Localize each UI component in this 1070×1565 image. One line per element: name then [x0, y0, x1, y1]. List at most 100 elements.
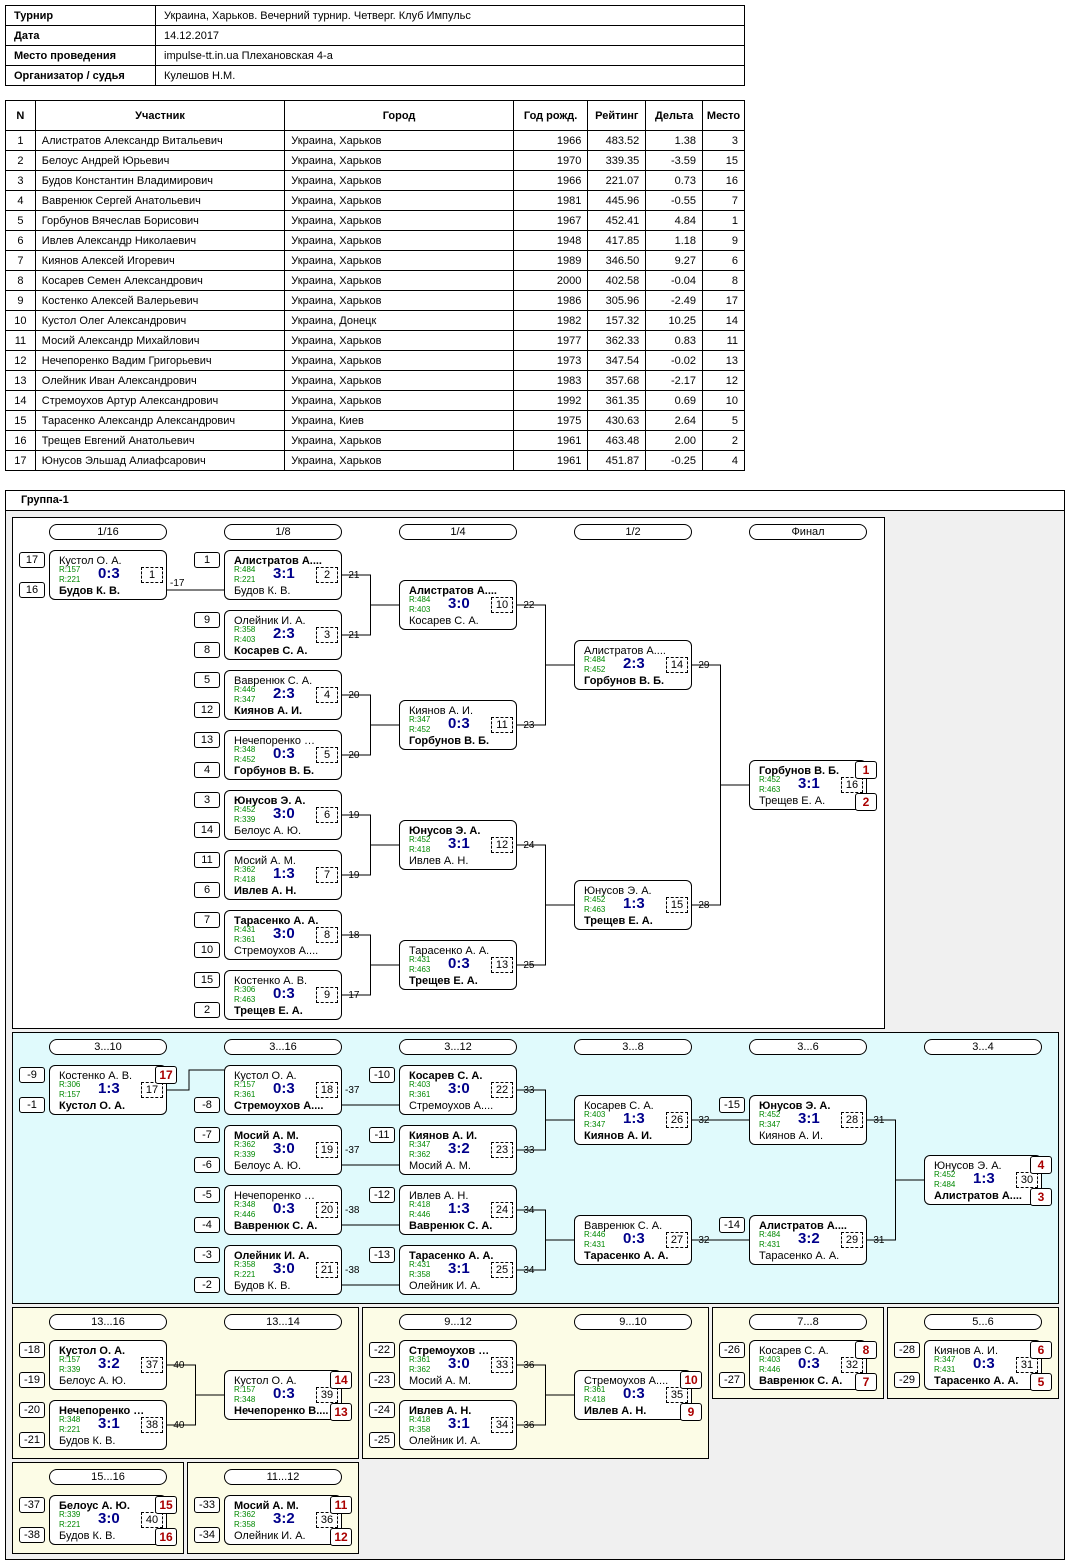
table-cell: 1.38	[645, 130, 704, 151]
player-2-rating: R:418	[409, 845, 431, 854]
player-2-name: Будов К. В.	[59, 1530, 116, 1542]
seed-number: -3	[194, 1247, 220, 1263]
table-row: 3 Будов Константин Владимирович Украина, Х…	[5, 170, 745, 191]
match-score: 3:0	[98, 1510, 120, 1527]
table-cell: 2.00	[645, 430, 704, 451]
table-row: 6 Ивлев Александр Николаевич Украина, Харь…	[5, 230, 745, 251]
connector-line	[517, 844, 574, 966]
table-cell: Косарев Семен Александрович	[34, 270, 286, 291]
match-score: 1:3	[98, 1080, 120, 1097]
final-place: 11	[330, 1496, 352, 1514]
match-card: Алистратов А.... R:484 R:431 3:2 Тарасенко А…	[749, 1215, 867, 1265]
table-cell: Украина, Харьков	[284, 190, 514, 211]
player-1-rating: R:347	[934, 1355, 956, 1364]
player-1-rating: R:452	[759, 1110, 781, 1119]
match-number: 15	[666, 897, 688, 913]
match-number: 38	[141, 1417, 163, 1433]
match-number: 18	[316, 1082, 338, 1098]
loser-destination: -34	[520, 1265, 535, 1276]
player-2-name: Трещев Е. А.	[409, 975, 478, 987]
table-cell: 483.52	[587, 130, 647, 151]
table-cell: 10	[702, 390, 745, 411]
player-2-rating: R:463	[584, 905, 606, 914]
table-cell: 347.54	[587, 350, 647, 371]
player-1-rating: R:358	[234, 1260, 256, 1269]
seed-number: 2	[194, 1002, 220, 1018]
loser-destination: -40	[170, 1360, 185, 1371]
table-cell: Украина, Донецк	[284, 310, 514, 331]
loser-destination: -17	[170, 578, 185, 589]
round-header: 11...12	[224, 1469, 342, 1485]
table-cell: 305.96	[587, 290, 647, 311]
player-2-name: Мосий А. М.	[409, 1375, 471, 1387]
round-header: 1/4	[399, 524, 517, 540]
player-2-rating: R:339	[59, 1365, 81, 1374]
table-cell: Украина, Харьков	[284, 230, 514, 251]
seed-number: 13	[194, 732, 220, 748]
match-score: 3:0	[273, 1260, 295, 1277]
player-2-name: Олейник И. А.	[234, 1530, 306, 1542]
match-number: 11	[491, 717, 513, 733]
match-number: 16	[841, 777, 863, 793]
player-2-rating: R:339	[234, 815, 256, 824]
player-1-rating: R:484	[409, 595, 431, 604]
table-cell: -0.02	[645, 350, 704, 371]
match-score: 3:2	[448, 1140, 470, 1157]
match-score: 1:3	[973, 1170, 995, 1187]
table-cell: 1	[702, 210, 745, 231]
seed-number: -23	[369, 1372, 395, 1388]
seed-number: -11	[369, 1127, 395, 1143]
match-score: 3:0	[273, 925, 295, 942]
seed-number: -18	[19, 1342, 45, 1358]
seed-number: -10	[369, 1067, 395, 1083]
round-header: Финал	[749, 524, 867, 540]
loser-destination: -21	[345, 570, 360, 581]
table-cell: 2	[702, 430, 745, 451]
table-cell: 2	[5, 150, 36, 171]
final-place: 7	[855, 1373, 877, 1391]
round-header: 1/2	[574, 524, 692, 540]
seed-number: -33	[194, 1497, 220, 1513]
player-2-name: Будов К. В.	[59, 1435, 116, 1447]
player-1-rating: R:157	[59, 565, 81, 574]
player-2-name: Стремоухов А....	[234, 1100, 324, 1112]
player-1-rating: R:362	[234, 1510, 256, 1519]
round-header: 15...16	[49, 1469, 167, 1485]
match-score: 0:3	[273, 985, 295, 1002]
table-cell: Горбунов Вячеслав Борисович	[34, 210, 286, 231]
match-number: 33	[491, 1357, 513, 1373]
player-2-name: Косарев С. А.	[409, 615, 479, 627]
seed-number: -2	[194, 1277, 220, 1293]
table-cell: 16	[702, 170, 745, 191]
connector-line	[517, 1209, 574, 1271]
player-1-rating: R:431	[234, 925, 256, 934]
match-score: 3:1	[448, 835, 470, 852]
table-cell: Трещев Евгений Анатольевич	[34, 430, 286, 451]
loser-destination: -37	[345, 1085, 360, 1096]
table-cell: 1961	[512, 430, 589, 451]
player-2-name: Тарасенко А. А.	[759, 1250, 840, 1262]
table-cell: Украина, Харьков	[284, 330, 514, 351]
info-value: Украина, Харьков. Вечерний турнир. Четве…	[155, 5, 745, 26]
final-place: 16	[155, 1528, 177, 1546]
player-2-rating: R:361	[234, 1090, 256, 1099]
player-1-rating: R:446	[584, 1230, 606, 1239]
match-number: 2	[316, 567, 338, 583]
round-header: 5...6	[924, 1314, 1042, 1330]
match-score: 3:1	[448, 1260, 470, 1277]
player-2-name: Ивлев А. Н.	[234, 885, 297, 897]
player-2-rating: R:452	[409, 725, 431, 734]
match-number: 26	[666, 1112, 688, 1128]
match-number: 24	[491, 1202, 513, 1218]
final-place: 15	[155, 1496, 177, 1514]
match-card: Косарев С. А. R:403 R:446 0:3 Вавренюк С. А.…	[749, 1340, 867, 1390]
player-2-rating: R:446	[409, 1210, 431, 1219]
player-2-rating: R:358	[234, 1520, 256, 1529]
connector-line	[517, 1364, 574, 1426]
table-cell: 430.63	[587, 410, 647, 431]
match-score: 1:3	[623, 1110, 645, 1127]
match-card: Нечепоренко В.... R:348 R:452 0:3 Горбунов В…	[224, 730, 342, 780]
table-cell: 9	[702, 230, 745, 251]
table-row: 7 Киянов Алексей Игоревич Украина, Харьков…	[5, 250, 745, 271]
table-cell: 2.64	[645, 410, 704, 431]
